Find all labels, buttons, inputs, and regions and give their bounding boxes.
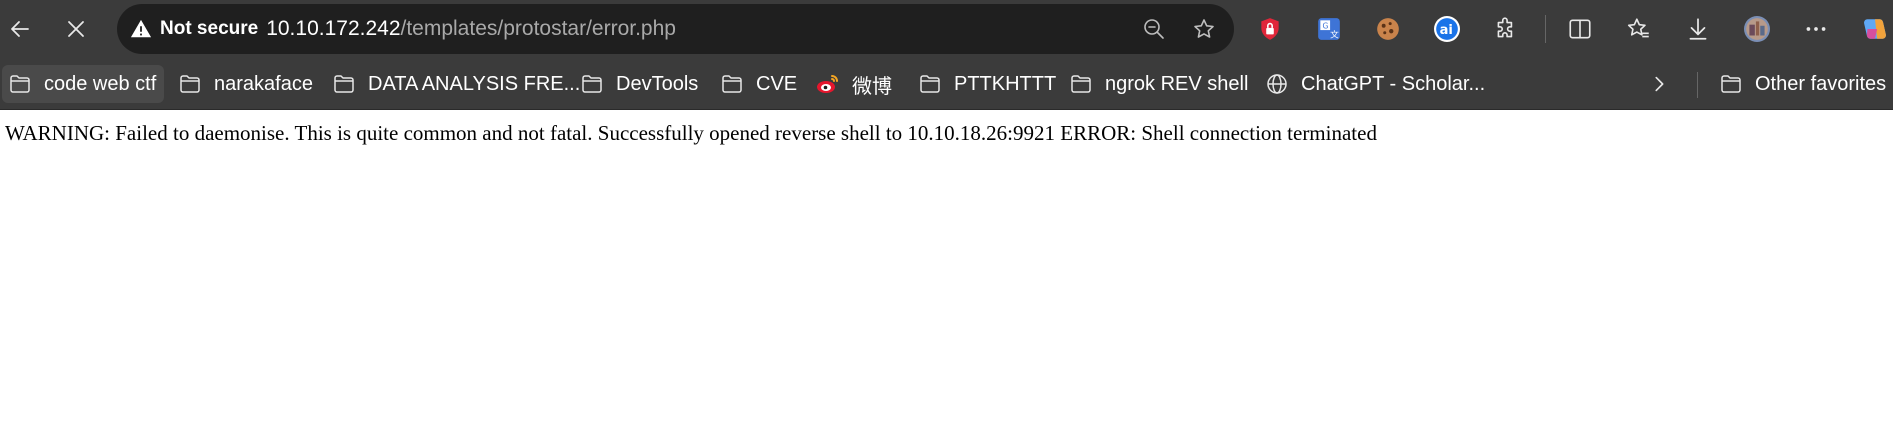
bookmark-label: narakaface	[214, 72, 313, 95]
extensions-button[interactable]	[1486, 9, 1526, 49]
bookmark-label: Other favorites	[1755, 72, 1887, 95]
page-body-text: WARNING: Failed to daemonise. This is qu…	[5, 121, 1377, 145]
bookmark-other-favorites[interactable]: Other favorites	[1713, 65, 1893, 103]
back-button[interactable]	[0, 9, 40, 49]
cookie-icon	[1377, 18, 1399, 40]
bookmark-devtools[interactable]: DevTools	[574, 65, 706, 103]
bookmark-narakaface[interactable]: narakaface	[172, 65, 321, 103]
folder-icon	[1721, 75, 1741, 93]
copilot-button[interactable]	[1855, 9, 1893, 49]
security-indicator[interactable]: Not secure	[130, 12, 266, 46]
warning-triangle-icon	[130, 19, 152, 38]
star-icon	[1194, 19, 1214, 38]
globe-icon	[1267, 74, 1287, 94]
url-host: 10.10.172.242	[266, 17, 401, 40]
browser-chrome: Not secure 10.10.172.242/templates/proto…	[0, 0, 1893, 110]
copilot-icon	[1864, 19, 1886, 39]
ai-extension-icon: ai	[1434, 16, 1460, 42]
profile-avatar	[1744, 16, 1770, 42]
bookmark-label: CVE	[756, 72, 798, 95]
add-favorite-button[interactable]	[1184, 9, 1224, 49]
bookmark-chatgpt-scholar[interactable]: ChatGPT - Scholar...	[1259, 65, 1493, 103]
bookmark-label: ChatGPT - Scholar...	[1301, 72, 1486, 95]
bookmarks-overflow-button[interactable]	[1640, 65, 1678, 103]
browser-toolbar: Not secure 10.10.172.242/templates/proto…	[0, 0, 1893, 58]
arrow-left-icon	[11, 21, 29, 37]
security-label: Not secure	[160, 18, 259, 39]
ai-extension-button[interactable]: ai	[1427, 9, 1467, 49]
extensions-area: G文 ai	[1250, 9, 1893, 49]
svg-text:文: 文	[1330, 29, 1339, 41]
folder-icon	[582, 75, 602, 93]
bookmark-cve[interactable]: CVE	[714, 65, 805, 103]
bookmark-label: ngrok REV shell	[1105, 72, 1249, 95]
zoom-button[interactable]	[1134, 9, 1174, 49]
folder-icon	[920, 75, 940, 93]
bookmark-label: code web ctf	[44, 72, 157, 95]
profile-button[interactable]	[1737, 9, 1777, 49]
url-path: /templates/protostar/error.php	[400, 17, 676, 40]
bookmark-label: PTTKHTTT	[954, 72, 1057, 95]
bookmarks-separator	[1697, 72, 1698, 98]
bookmark-pttkhttt[interactable]: PTTKHTTT	[912, 65, 1064, 103]
folder-icon	[180, 75, 200, 93]
split-screen-icon	[1569, 19, 1591, 39]
favorites-icon	[1627, 18, 1649, 38]
bookmark-weibo[interactable]: 微博	[810, 65, 900, 103]
more-options-icon	[1806, 27, 1826, 31]
bookmark-ngrok-rev-shell[interactable]: ngrok REV shell	[1063, 65, 1256, 103]
bookmark-label: DATA ANALYSIS FRE...	[368, 72, 581, 95]
shield-extension-button[interactable]	[1250, 9, 1290, 49]
bookmark-data-analysis[interactable]: DATA ANALYSIS FRE...	[326, 65, 588, 103]
folder-icon	[1071, 75, 1091, 93]
folder-icon	[10, 75, 30, 93]
folder-icon	[722, 75, 742, 93]
bookmark-label: DevTools	[616, 72, 699, 95]
translate-icon: G文	[1318, 18, 1340, 41]
more-options-button[interactable]	[1796, 9, 1836, 49]
bookmark-label: 微博	[852, 75, 892, 98]
download-icon	[1689, 18, 1707, 40]
page-content: WARNING: Failed to daemonise. This is qu…	[0, 111, 1893, 446]
favorites-button[interactable]	[1619, 9, 1659, 49]
stop-loading-button[interactable]	[56, 9, 96, 49]
cookie-extension-button[interactable]	[1368, 9, 1408, 49]
chevron-right-icon	[1655, 76, 1664, 92]
toolbar-separator	[1545, 15, 1546, 43]
shield-lock-icon	[1261, 18, 1279, 40]
address-bar[interactable]: Not secure 10.10.172.242/templates/proto…	[117, 4, 1234, 54]
bookmarks-bar: code web ctf narakaface DATA ANALYSIS FR…	[0, 58, 1893, 110]
bookmark-code-web-ctf[interactable]: code web ctf	[2, 65, 165, 103]
svg-text:ai: ai	[1440, 23, 1453, 38]
puzzle-icon	[1497, 17, 1513, 38]
close-icon	[68, 21, 84, 37]
zoom-out-icon	[1144, 19, 1164, 39]
svg-text:G: G	[1323, 21, 1329, 30]
translate-extension-button[interactable]: G文	[1309, 9, 1349, 49]
url-text[interactable]: 10.10.172.242/templates/protostar/error.…	[266, 17, 676, 41]
downloads-button[interactable]	[1678, 9, 1718, 49]
folder-icon	[334, 75, 354, 93]
weibo-icon	[817, 75, 838, 93]
split-screen-button[interactable]	[1560, 9, 1600, 49]
